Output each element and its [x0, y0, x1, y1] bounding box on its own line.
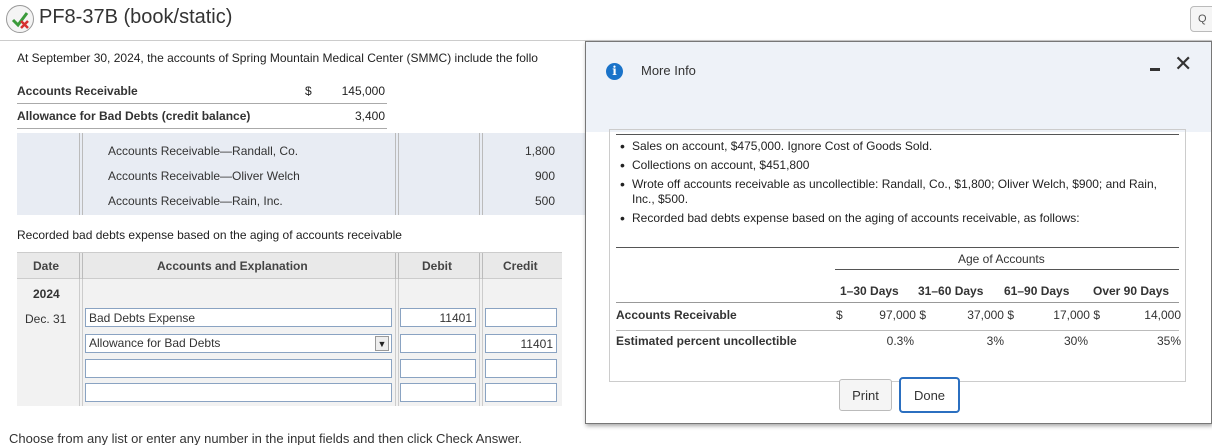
account-input[interactable] — [85, 359, 392, 378]
balance-currency: $ — [305, 84, 312, 98]
aging-column-header: 1–30 Days — [840, 284, 899, 298]
aging-row: Estimated percent uncollectible 0.3% 3% … — [616, 329, 1181, 353]
balance-amount: 145,000 — [341, 84, 385, 98]
list-item: Wrote off accounts receivable as uncolle… — [619, 177, 1179, 207]
instructions-text: Choose from any list or enter any number… — [9, 431, 523, 445]
account-select-value: Allowance for Bad Debts — [89, 336, 221, 350]
print-button[interactable]: Print — [839, 379, 892, 411]
debit-input[interactable] — [400, 383, 476, 402]
writeoff-row: Accounts Receivable—Oliver Welch 900 — [17, 164, 587, 189]
divider — [616, 247, 1179, 248]
debit-input[interactable] — [400, 308, 476, 327]
debit-input[interactable] — [400, 334, 476, 353]
balance-amount: 3,400 — [354, 109, 385, 123]
journal-header: Date Accounts and Explanation Debit Cred… — [17, 252, 562, 279]
writeoff-account: Accounts Receivable—Randall, Co. — [108, 144, 299, 158]
column-separator — [479, 253, 483, 279]
accounts-header: Accounts and Explanation — [157, 259, 308, 273]
credit-input[interactable] — [485, 359, 557, 378]
journal-date: Dec. 31 — [25, 312, 67, 326]
intro-text: At September 30, 2024, the accounts of S… — [17, 51, 538, 65]
aging-column-header: Over 90 Days — [1093, 284, 1170, 298]
column-separator — [79, 253, 83, 279]
writeoff-row: Accounts Receivable—Rain, Inc. 500 — [17, 189, 587, 214]
balance-row-allowance: Allowance for Bad Debts (credit balance)… — [17, 105, 387, 127]
writeoff-account: Accounts Receivable—Oliver Welch — [108, 169, 300, 183]
more-info-dialog: i More Info ✕ Sales on account, $475,000… — [585, 41, 1212, 424]
aging-value: 14,000 — [1144, 308, 1181, 322]
balance-label: Allowance for Bad Debts (credit balance) — [17, 109, 251, 123]
aging-value: 37,000 $ — [967, 308, 1014, 322]
credit-input[interactable] — [485, 308, 557, 327]
journal-body: 2024 Dec. 31 Allowance for Bad Debts ▼ — [17, 279, 562, 406]
aging-column-header: 61–90 Days — [1004, 284, 1070, 298]
aging-column-header: 31–60 Days — [918, 284, 984, 298]
divider — [17, 128, 387, 129]
balance-label: Accounts Receivable — [17, 84, 138, 98]
dialog-header: i More Info ✕ — [586, 42, 1211, 132]
aging-group-header: Age of Accounts — [958, 252, 1045, 266]
writeoff-row: Accounts Receivable—Randall, Co. 1,800 — [17, 139, 587, 164]
done-button[interactable]: Done — [899, 377, 960, 413]
column-separator — [479, 279, 483, 406]
partial-credit-icon — [6, 5, 34, 33]
aging-value: 35% — [1156, 334, 1181, 348]
writeoff-credit: 900 — [534, 169, 555, 183]
list-item: Recorded bad debts expense based on the … — [619, 211, 1179, 226]
aging-row-label: Accounts Receivable — [616, 308, 737, 322]
writeoff-entries: Accounts Receivable—Randall, Co. 1,800 A… — [17, 133, 587, 215]
column-separator — [395, 279, 399, 406]
aging-prefix: $ — [836, 308, 843, 322]
aging-value: 17,000 $ — [1053, 308, 1100, 322]
column-separator — [395, 253, 399, 279]
writeoff-credit: 1,800 — [524, 144, 555, 158]
aging-row-label: Estimated percent uncollectible — [616, 334, 797, 348]
aging-value: 3% — [986, 334, 1004, 348]
credit-header: Credit — [503, 259, 538, 273]
dialog-content: Sales on account, $475,000. Ignore Cost … — [609, 129, 1186, 382]
aging-row: Accounts Receivable $ 97,000 $ 37,000 $ … — [616, 303, 1181, 327]
account-select[interactable]: Allowance for Bad Debts ▼ — [85, 334, 392, 353]
writeoff-account: Accounts Receivable—Rain, Inc. — [108, 194, 283, 208]
header-bar: PF8-37B (book/static) Q — [0, 0, 1212, 41]
divider — [835, 269, 1179, 270]
question-title: PF8-37B (book/static) — [39, 6, 233, 28]
info-list: Sales on account, $475,000. Ignore Cost … — [619, 139, 1179, 230]
divider — [17, 103, 387, 104]
account-input[interactable] — [85, 383, 392, 402]
column-separator — [79, 279, 83, 406]
list-item: Sales on account, $475,000. Ignore Cost … — [619, 139, 1179, 154]
debit-input[interactable] — [400, 359, 476, 378]
list-item: Collections on account, $451,800 — [619, 158, 1179, 173]
minimize-icon[interactable] — [1149, 62, 1163, 76]
dialog-title: More Info — [641, 63, 696, 78]
account-input[interactable] — [85, 308, 392, 327]
divider — [616, 134, 1179, 135]
balance-row-ar: Accounts Receivable $ 145,000 — [17, 80, 387, 102]
date-header: Date — [33, 259, 60, 273]
dropdown-arrow-icon[interactable]: ▼ — [375, 336, 389, 351]
search-button[interactable]: Q — [1190, 6, 1212, 32]
close-icon[interactable]: ✕ — [1174, 52, 1192, 76]
aging-value: 97,000 $ — [879, 308, 926, 322]
credit-input[interactable] — [485, 383, 557, 402]
journal-year: 2024 — [33, 287, 60, 301]
aging-value: 30% — [1063, 334, 1088, 348]
debit-header: Debit — [422, 259, 452, 273]
aging-value: 0.3% — [886, 334, 914, 348]
info-icon: i — [606, 63, 623, 80]
recorded-label: Recorded bad debts expense based on the … — [17, 228, 402, 242]
writeoff-credit: 500 — [534, 194, 555, 208]
credit-input[interactable] — [485, 334, 557, 353]
